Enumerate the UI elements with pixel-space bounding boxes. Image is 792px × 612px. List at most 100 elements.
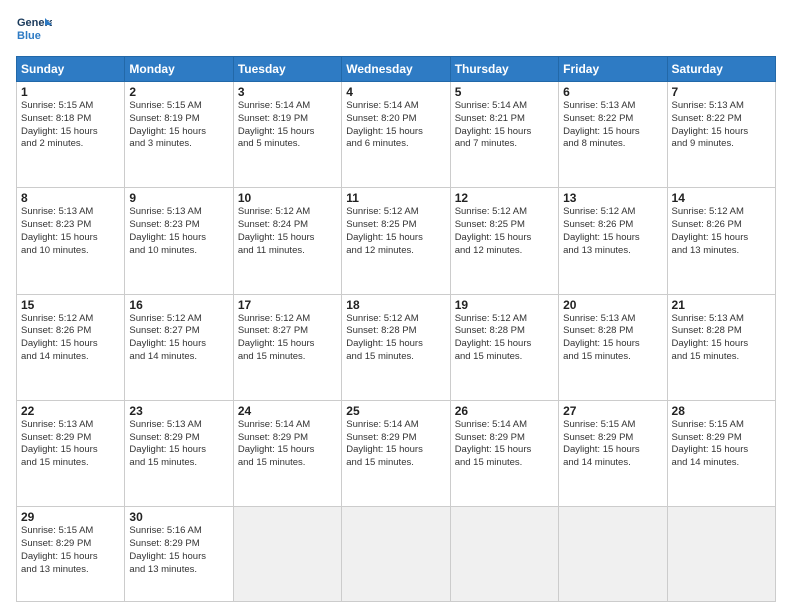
calendar-week-2: 8Sunrise: 5:13 AMSunset: 8:23 PMDaylight… bbox=[17, 188, 776, 294]
day-number: 28 bbox=[672, 404, 771, 418]
daylight-label: Daylight: 15 hours bbox=[21, 232, 120, 245]
daylight-label: Daylight: 15 hours bbox=[563, 444, 662, 457]
sunrise-line: Sunrise: 5:12 AM bbox=[672, 206, 771, 219]
sunrise-line: Sunrise: 5:12 AM bbox=[563, 206, 662, 219]
calendar-week-5: 29Sunrise: 5:15 AMSunset: 8:29 PMDayligh… bbox=[17, 507, 776, 602]
sunrise-line: Sunrise: 5:14 AM bbox=[238, 100, 337, 113]
calendar-cell: 7Sunrise: 5:13 AMSunset: 8:22 PMDaylight… bbox=[667, 82, 775, 188]
daylight-line2: and 8 minutes. bbox=[563, 138, 662, 151]
sunset-line: Sunset: 8:29 PM bbox=[21, 538, 120, 551]
day-number: 2 bbox=[129, 85, 228, 99]
calendar-cell: 18Sunrise: 5:12 AMSunset: 8:28 PMDayligh… bbox=[342, 294, 450, 400]
day-number: 30 bbox=[129, 510, 228, 524]
calendar-cell bbox=[450, 507, 558, 602]
calendar-cell: 22Sunrise: 5:13 AMSunset: 8:29 PMDayligh… bbox=[17, 400, 125, 506]
col-header-saturday: Saturday bbox=[667, 57, 775, 82]
day-number: 7 bbox=[672, 85, 771, 99]
sunset-line: Sunset: 8:28 PM bbox=[346, 325, 445, 338]
daylight-line2: and 14 minutes. bbox=[563, 457, 662, 470]
daylight-label: Daylight: 15 hours bbox=[563, 126, 662, 139]
calendar-cell: 12Sunrise: 5:12 AMSunset: 8:25 PMDayligh… bbox=[450, 188, 558, 294]
sunset-line: Sunset: 8:28 PM bbox=[672, 325, 771, 338]
day-number: 25 bbox=[346, 404, 445, 418]
sunset-line: Sunset: 8:27 PM bbox=[129, 325, 228, 338]
sunrise-line: Sunrise: 5:14 AM bbox=[455, 100, 554, 113]
sunset-line: Sunset: 8:19 PM bbox=[129, 113, 228, 126]
sunset-line: Sunset: 8:29 PM bbox=[129, 432, 228, 445]
calendar-cell: 20Sunrise: 5:13 AMSunset: 8:28 PMDayligh… bbox=[559, 294, 667, 400]
daylight-line2: and 13 minutes. bbox=[672, 245, 771, 258]
daylight-line2: and 15 minutes. bbox=[563, 351, 662, 364]
sunset-line: Sunset: 8:26 PM bbox=[21, 325, 120, 338]
daylight-line2: and 5 minutes. bbox=[238, 138, 337, 151]
col-header-friday: Friday bbox=[559, 57, 667, 82]
daylight-label: Daylight: 15 hours bbox=[129, 338, 228, 351]
daylight-label: Daylight: 15 hours bbox=[21, 444, 120, 457]
daylight-line2: and 3 minutes. bbox=[129, 138, 228, 151]
sunrise-line: Sunrise: 5:12 AM bbox=[455, 206, 554, 219]
calendar-cell: 1Sunrise: 5:15 AMSunset: 8:18 PMDaylight… bbox=[17, 82, 125, 188]
day-number: 22 bbox=[21, 404, 120, 418]
daylight-label: Daylight: 15 hours bbox=[129, 444, 228, 457]
calendar-cell: 16Sunrise: 5:12 AMSunset: 8:27 PMDayligh… bbox=[125, 294, 233, 400]
daylight-line2: and 13 minutes. bbox=[129, 564, 228, 577]
day-number: 17 bbox=[238, 298, 337, 312]
calendar-cell: 5Sunrise: 5:14 AMSunset: 8:21 PMDaylight… bbox=[450, 82, 558, 188]
daylight-line2: and 15 minutes. bbox=[455, 351, 554, 364]
sunset-line: Sunset: 8:29 PM bbox=[21, 432, 120, 445]
calendar-cell: 17Sunrise: 5:12 AMSunset: 8:27 PMDayligh… bbox=[233, 294, 341, 400]
day-number: 3 bbox=[238, 85, 337, 99]
sunrise-line: Sunrise: 5:15 AM bbox=[563, 419, 662, 432]
calendar-cell bbox=[667, 507, 775, 602]
sunset-line: Sunset: 8:29 PM bbox=[129, 538, 228, 551]
day-number: 1 bbox=[21, 85, 120, 99]
sunset-line: Sunset: 8:29 PM bbox=[346, 432, 445, 445]
sunrise-line: Sunrise: 5:12 AM bbox=[346, 313, 445, 326]
daylight-line2: and 14 minutes. bbox=[672, 457, 771, 470]
calendar-cell: 21Sunrise: 5:13 AMSunset: 8:28 PMDayligh… bbox=[667, 294, 775, 400]
calendar-cell: 28Sunrise: 5:15 AMSunset: 8:29 PMDayligh… bbox=[667, 400, 775, 506]
sunset-line: Sunset: 8:27 PM bbox=[238, 325, 337, 338]
sunset-line: Sunset: 8:18 PM bbox=[21, 113, 120, 126]
calendar-cell: 29Sunrise: 5:15 AMSunset: 8:29 PMDayligh… bbox=[17, 507, 125, 602]
calendar-cell: 26Sunrise: 5:14 AMSunset: 8:29 PMDayligh… bbox=[450, 400, 558, 506]
calendar-cell: 10Sunrise: 5:12 AMSunset: 8:24 PMDayligh… bbox=[233, 188, 341, 294]
daylight-line2: and 15 minutes. bbox=[346, 351, 445, 364]
calendar-cell: 14Sunrise: 5:12 AMSunset: 8:26 PMDayligh… bbox=[667, 188, 775, 294]
calendar-header-row: SundayMondayTuesdayWednesdayThursdayFrid… bbox=[17, 57, 776, 82]
daylight-label: Daylight: 15 hours bbox=[238, 338, 337, 351]
daylight-line2: and 13 minutes. bbox=[563, 245, 662, 258]
calendar-week-1: 1Sunrise: 5:15 AMSunset: 8:18 PMDaylight… bbox=[17, 82, 776, 188]
daylight-label: Daylight: 15 hours bbox=[672, 444, 771, 457]
sunrise-line: Sunrise: 5:15 AM bbox=[21, 100, 120, 113]
sunrise-line: Sunrise: 5:12 AM bbox=[21, 313, 120, 326]
daylight-line2: and 15 minutes. bbox=[672, 351, 771, 364]
daylight-line2: and 14 minutes. bbox=[21, 351, 120, 364]
daylight-line2: and 13 minutes. bbox=[21, 564, 120, 577]
sunrise-line: Sunrise: 5:13 AM bbox=[21, 206, 120, 219]
sunrise-line: Sunrise: 5:13 AM bbox=[672, 313, 771, 326]
sunrise-line: Sunrise: 5:15 AM bbox=[129, 100, 228, 113]
daylight-line2: and 12 minutes. bbox=[455, 245, 554, 258]
day-number: 10 bbox=[238, 191, 337, 205]
daylight-line2: and 15 minutes. bbox=[238, 351, 337, 364]
calendar-cell: 30Sunrise: 5:16 AMSunset: 8:29 PMDayligh… bbox=[125, 507, 233, 602]
daylight-line2: and 14 minutes. bbox=[129, 351, 228, 364]
daylight-label: Daylight: 15 hours bbox=[672, 126, 771, 139]
day-number: 23 bbox=[129, 404, 228, 418]
sunrise-line: Sunrise: 5:14 AM bbox=[346, 100, 445, 113]
sunrise-line: Sunrise: 5:13 AM bbox=[21, 419, 120, 432]
daylight-label: Daylight: 15 hours bbox=[455, 126, 554, 139]
daylight-label: Daylight: 15 hours bbox=[238, 232, 337, 245]
sunset-line: Sunset: 8:29 PM bbox=[238, 432, 337, 445]
sunset-line: Sunset: 8:28 PM bbox=[455, 325, 554, 338]
sunset-line: Sunset: 8:25 PM bbox=[346, 219, 445, 232]
col-header-tuesday: Tuesday bbox=[233, 57, 341, 82]
sunset-line: Sunset: 8:23 PM bbox=[129, 219, 228, 232]
calendar-cell bbox=[342, 507, 450, 602]
col-header-thursday: Thursday bbox=[450, 57, 558, 82]
sunset-line: Sunset: 8:23 PM bbox=[21, 219, 120, 232]
daylight-line2: and 9 minutes. bbox=[672, 138, 771, 151]
sunset-line: Sunset: 8:25 PM bbox=[455, 219, 554, 232]
calendar-cell: 11Sunrise: 5:12 AMSunset: 8:25 PMDayligh… bbox=[342, 188, 450, 294]
